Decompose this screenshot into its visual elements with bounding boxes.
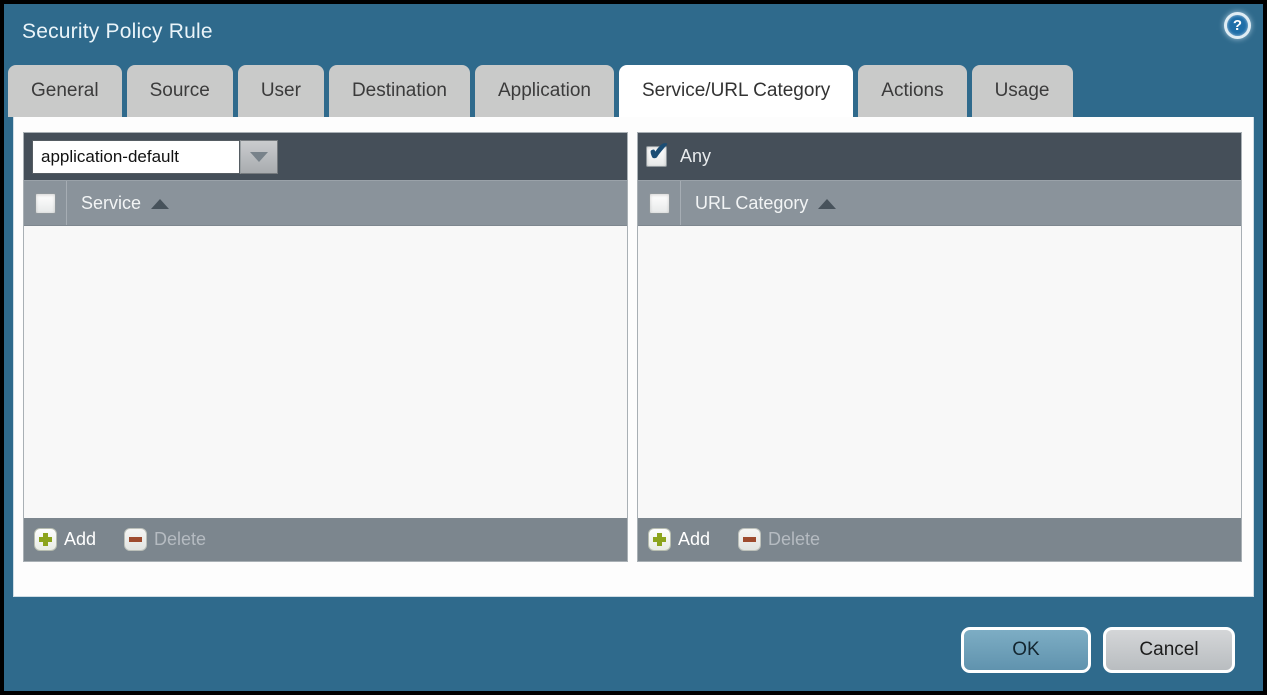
titlebar: Security Policy Rule ? xyxy=(4,4,1263,65)
cancel-button[interactable]: Cancel xyxy=(1103,627,1235,673)
url-category-select-all-checkbox[interactable] xyxy=(649,193,670,214)
dialog-title: Security Policy Rule xyxy=(22,20,213,44)
service-footer: Add Delete xyxy=(24,518,627,561)
checkmark-icon: ✔ xyxy=(648,138,670,164)
service-column-sort[interactable]: Service xyxy=(67,193,169,214)
url-category-delete-label: Delete xyxy=(768,529,820,550)
any-checkbox-row[interactable]: ✔ Any xyxy=(646,146,711,167)
tab-bar: General Source User Destination Applicat… xyxy=(4,65,1263,117)
help-icon[interactable]: ? xyxy=(1224,12,1251,39)
service-column-header: Service xyxy=(24,180,627,226)
tab-actions[interactable]: Actions xyxy=(858,65,966,117)
service-select-all-checkbox[interactable] xyxy=(35,193,56,214)
ok-button[interactable]: OK xyxy=(961,627,1091,673)
service-type-dropdown-button[interactable] xyxy=(240,140,278,174)
tab-user[interactable]: User xyxy=(238,65,324,117)
service-header-checkbox-cell xyxy=(24,181,67,225)
service-list-body xyxy=(24,226,627,518)
service-delete-button[interactable]: Delete xyxy=(124,528,206,551)
service-type-value[interactable]: application-default xyxy=(32,140,240,174)
tab-service-url-category[interactable]: Service/URL Category xyxy=(619,65,853,117)
service-delete-label: Delete xyxy=(154,529,206,550)
service-toolbar: application-default xyxy=(24,133,627,180)
chevron-down-icon xyxy=(250,152,268,162)
url-category-panel: ✔ Any URL Category xyxy=(637,132,1242,562)
url-category-delete-button[interactable]: Delete xyxy=(738,528,820,551)
url-category-list-body xyxy=(638,226,1241,518)
service-add-label: Add xyxy=(64,529,96,550)
tab-source[interactable]: Source xyxy=(127,65,233,117)
plus-icon xyxy=(648,528,671,551)
service-add-button[interactable]: Add xyxy=(34,528,96,551)
tab-general[interactable]: General xyxy=(8,65,122,117)
minus-icon xyxy=(124,528,147,551)
url-category-add-button[interactable]: Add xyxy=(648,528,710,551)
url-category-column-label: URL Category xyxy=(695,193,808,214)
url-category-toolbar: ✔ Any xyxy=(638,133,1241,180)
tab-destination[interactable]: Destination xyxy=(329,65,470,117)
sort-ascending-icon xyxy=(818,199,836,209)
plus-icon xyxy=(34,528,57,551)
url-category-column-header: URL Category xyxy=(638,180,1241,226)
service-column-label: Service xyxy=(81,193,141,214)
tab-usage[interactable]: Usage xyxy=(972,65,1073,117)
sort-ascending-icon xyxy=(151,199,169,209)
tab-content: application-default Service xyxy=(13,117,1254,597)
minus-icon xyxy=(738,528,761,551)
url-category-header-checkbox-cell xyxy=(638,181,681,225)
tab-application[interactable]: Application xyxy=(475,65,614,117)
service-panel: application-default Service xyxy=(23,132,628,562)
url-category-add-label: Add xyxy=(678,529,710,550)
service-type-dropdown[interactable]: application-default xyxy=(32,140,278,174)
url-category-column-sort[interactable]: URL Category xyxy=(681,193,836,214)
any-checkbox-label: Any xyxy=(680,146,711,167)
dialog-actions: OK Cancel xyxy=(961,627,1235,673)
help-icon-glyph: ? xyxy=(1233,17,1242,34)
url-category-footer: Add Delete xyxy=(638,518,1241,561)
any-checkbox[interactable]: ✔ xyxy=(646,146,667,167)
security-policy-rule-dialog: Security Policy Rule ? General Source Us… xyxy=(4,4,1263,691)
